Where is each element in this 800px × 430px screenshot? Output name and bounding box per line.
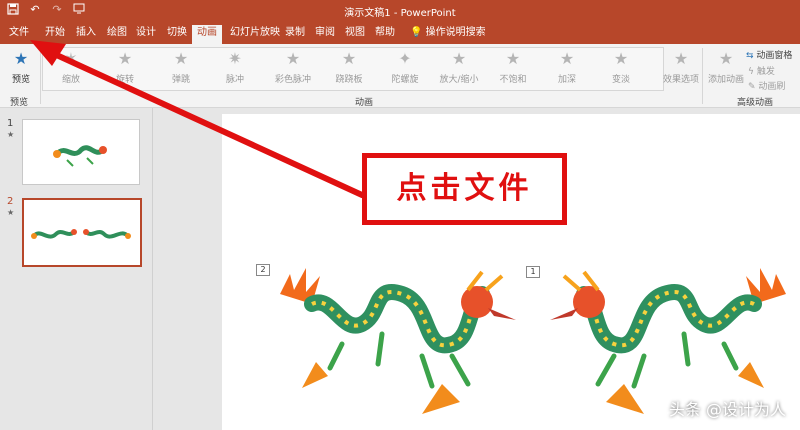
slide-thumbnail-pane: 1 ★ 2 ★ [0,108,153,430]
slide-thumbnail-1[interactable] [22,119,140,185]
tab-record[interactable]: 录制 [280,26,310,44]
dragon-thumbnail-image [53,145,107,167]
star-icon: ★ [451,49,467,68]
slide-number: 1 [7,118,14,129]
tab-insert[interactable]: 插入 [71,26,101,44]
star-icon: ★ [117,49,133,68]
tab-home[interactable]: 开始 [40,26,70,44]
star-icon: ★ [673,49,689,68]
add-animation-button[interactable]: ★ 添加动画 [705,48,747,85]
anim-desaturate[interactable]: ★ 不饱和 [492,48,534,85]
star-icon: ★ [285,49,301,68]
star-icon: ✷ [228,49,242,68]
document-title: 演示文稿1 - PowerPoint [344,8,456,19]
animation-order-tag[interactable]: 1 [526,266,540,278]
anim-bounce[interactable]: ★ 弹跳 [160,48,202,85]
two-dragons-thumbnail-image [31,229,131,239]
callout-text: 点击文件 [396,171,533,206]
star-icon: ★ [559,49,575,68]
star-icon: ★ [505,49,521,68]
tab-draw[interactable]: 绘图 [102,26,132,44]
animation-order-tag[interactable]: 2 [256,264,270,276]
dragon-image-left[interactable] [272,264,522,424]
slide-thumbnail-2[interactable] [22,198,142,267]
animation-star-icon: ★ [7,130,15,139]
brush-icon: ✎ [748,82,756,92]
star-icon: ★ [613,49,629,68]
anim-teeter[interactable]: ★ 跷跷板 [328,48,370,85]
lightbulb-icon: 💡 [410,27,423,38]
preview-button[interactable]: ★ 预览 [0,48,42,85]
ribbon-tab-row: 文件 开始 插入 绘图 设计 切换 动画 幻灯片放映 录制 审阅 视图 帮助 💡… [0,22,800,44]
star-icon: ★ [173,49,189,68]
star-preview-icon: ★ [13,49,29,68]
anim-color-pulse[interactable]: ★ 彩色脉冲 [272,48,314,85]
tab-file[interactable]: 文件 [4,26,34,44]
group-label-preview: 预览 [10,98,29,108]
trigger-button[interactable]: ϟ 触发 [748,64,775,77]
animation-painter-button[interactable]: ✎ 动画刷 [748,79,785,92]
tab-design[interactable]: 设计 [131,26,161,44]
effect-options-button[interactable]: ★ 效果选项 [660,48,702,85]
anim-spin[interactable]: ★ 旋转 [104,48,146,85]
ribbon-animations: ★ 预览 预览 ✶ 缩放 ★ 旋转 ★ 弹跳 ✷ 脉冲 ★ 彩色脉冲 ★ 跷跷板… [0,44,800,108]
star-icon: ✶ [64,49,78,68]
star-icon: ✦ [398,49,412,68]
animation-star-icon: ★ [7,208,15,217]
tell-me-search[interactable]: 💡 操作说明搜索 [405,26,491,44]
star-plus-icon: ★ [718,49,734,68]
trigger-icon: ϟ [748,67,754,77]
tab-animations[interactable]: 动画 [192,25,222,44]
group-label-animation: 动画 [355,98,374,108]
watermark: 头条 @设计为人 [668,400,786,419]
slide-number: 2 [7,196,14,207]
anim-spin-gyro[interactable]: ✦ 陀螺旋 [384,48,426,85]
tab-review[interactable]: 审阅 [310,26,340,44]
group-separator [702,48,703,104]
group-separator [40,48,41,104]
pane-icon: ⇆ [746,51,754,61]
anim-grow-shrink[interactable]: ★ 放大/缩小 [438,48,480,85]
animation-pane-button[interactable]: ⇆ 动画窗格 [746,48,792,61]
anim-zoom[interactable]: ✶ 缩放 [50,48,92,85]
tab-slideshow[interactable]: 幻灯片放映 [225,26,285,44]
anim-pulse[interactable]: ✷ 脉冲 [214,48,256,85]
tab-transitions[interactable]: 切换 [162,26,192,44]
tab-help[interactable]: 帮助 [370,26,400,44]
star-icon: ★ [341,49,357,68]
tab-view[interactable]: 视图 [340,26,370,44]
callout-box: 点击文件 [362,153,567,225]
group-label-advanced: 高级动画 [737,98,774,108]
anim-lighten[interactable]: ★ 变淡 [600,48,642,85]
title-bar: ↶ ↷ 演示文稿1 - PowerPoint [0,0,800,22]
anim-darken[interactable]: ★ 加深 [546,48,588,85]
